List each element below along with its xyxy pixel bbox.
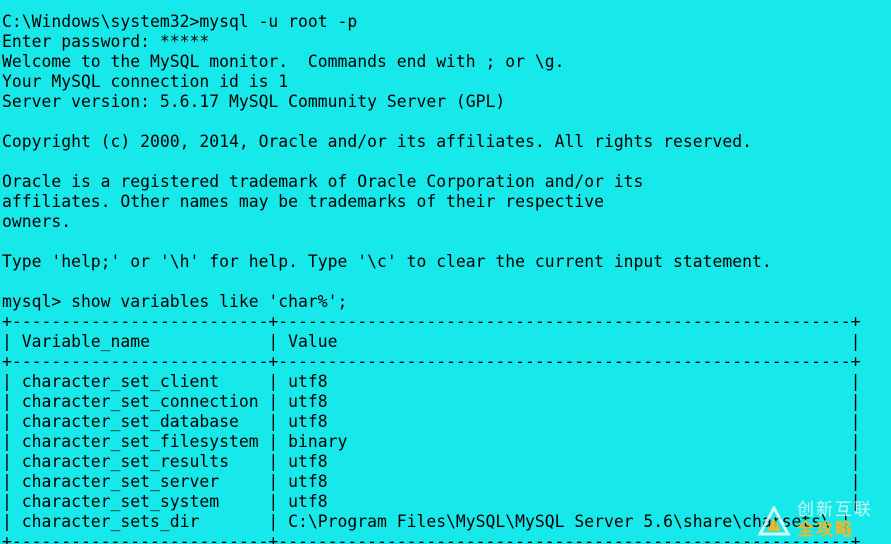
terminal-line: | character_set_server | utf8 | — [2, 472, 861, 491]
terminal-line: Welcome to the MySQL monitor. Commands e… — [2, 52, 565, 71]
terminal-line: mysql> show variables like 'char%'; — [2, 292, 348, 311]
terminal-line: Oracle is a registered trademark of Orac… — [2, 172, 644, 191]
terminal-line: affiliates. Other names may be trademark… — [2, 192, 604, 211]
terminal-line: C:\Windows\system32>mysql -u root -p — [2, 12, 358, 31]
terminal-line: Server version: 5.6.17 MySQL Community S… — [2, 92, 506, 111]
terminal-line: +--------------------------+------------… — [2, 312, 861, 331]
terminal-line: owners. — [2, 212, 72, 231]
terminal-window[interactable]: C:\Windows\system32>mysql -u root -p Ente… — [0, 0, 891, 544]
terminal-line: | character_set_connection | utf8 | — [2, 392, 861, 411]
terminal-line: +--------------------------+------------… — [2, 352, 861, 371]
terminal-line: Type 'help;' or '\h' for help. Type '\c'… — [2, 252, 772, 271]
terminal-line: | character_sets_dir | C:\Program Files\… — [2, 512, 851, 531]
terminal-line: | character_set_results | utf8 | — [2, 452, 861, 471]
terminal-line: +--------------------------+------------… — [2, 532, 861, 544]
terminal-line: Enter password: ***** — [2, 32, 210, 51]
terminal-line: | Variable_name | Value | — [2, 332, 861, 351]
terminal-line: | character_set_client | utf8 | — [2, 372, 861, 391]
terminal-line: Copyright (c) 2000, 2014, Oracle and/or … — [2, 132, 752, 151]
terminal-line: | character_set_system | utf8 | — [2, 492, 861, 511]
terminal-line: Your MySQL connection id is 1 — [2, 72, 289, 91]
terminal-line: | character_set_database | utf8 | — [2, 412, 861, 431]
terminal-line: | character_set_filesystem | binary | — [2, 432, 861, 451]
